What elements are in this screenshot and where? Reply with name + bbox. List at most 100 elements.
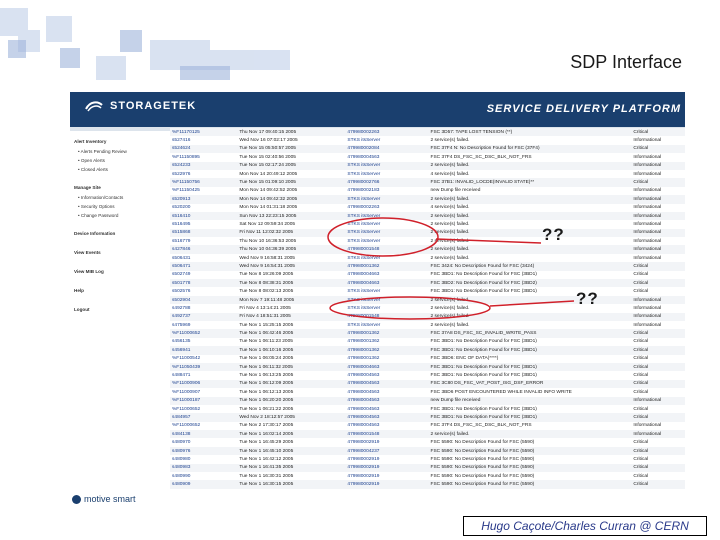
event-id-link[interactable]: s484957 <box>170 413 238 422</box>
event-id-link[interactable]: s480909 <box>170 480 238 489</box>
event-id-link[interactable]: %F11150756 <box>170 178 238 187</box>
event-id-link[interactable]: s480983 <box>170 463 238 473</box>
event-id-link[interactable]: s480976 <box>170 446 238 456</box>
event-id-link[interactable]: s456941 <box>170 346 238 355</box>
sidebar-heading[interactable]: View MIB Log <box>74 267 166 277</box>
event-source-link[interactable]: STKS itsServer <box>345 211 429 221</box>
event-id-link[interactable]: s456135 <box>170 338 237 346</box>
event-id-link[interactable]: %F11050439 <box>170 362 238 372</box>
event-source-link[interactable]: STKS itsServer <box>345 304 428 312</box>
event-source-link[interactable]: STKS itsServer <box>345 228 429 238</box>
event-source-link[interactable]: 479980004663 <box>345 362 429 372</box>
event-source-link[interactable]: 479980001362 <box>345 329 429 338</box>
event-source-link[interactable]: 479980004563 <box>345 413 429 422</box>
event-source-link[interactable]: STKS itsServer <box>345 220 428 228</box>
event-id-link[interactable]: s515868 <box>170 228 238 238</box>
event-source-link[interactable]: 479980001548 <box>345 245 429 254</box>
event-source-link[interactable]: STKS itsServer <box>345 170 428 178</box>
event-id-link[interactable]: s516410 <box>170 211 238 221</box>
storagetek-logo[interactable]: STORAGETEK <box>84 99 196 113</box>
event-id-link[interactable]: s502576 <box>170 287 237 295</box>
event-id-link[interactable]: s520913 <box>170 195 238 204</box>
event-source-link[interactable]: 479980002919 <box>345 472 428 480</box>
sidebar-link[interactable]: • Open Alerts <box>74 156 166 165</box>
event-source-link[interactable]: STKS itsServer <box>345 321 428 329</box>
event-id-link[interactable]: s524233 <box>170 161 238 170</box>
event-id-link[interactable]: %F11000906 <box>170 379 238 389</box>
event-source-link[interactable]: 479980004563 <box>345 371 428 379</box>
event-source-link[interactable]: 479980002263 <box>345 128 429 137</box>
event-source-link[interactable]: 479980004563 <box>345 388 428 396</box>
event-source-link[interactable]: STKS itsServer <box>345 161 429 170</box>
event-source-link[interactable]: 479980004237 <box>345 446 429 456</box>
event-source-link[interactable]: 479980002919 <box>345 438 428 446</box>
event-source-link[interactable]: 479980002919 <box>345 463 429 473</box>
event-id-link[interactable]: s502749 <box>170 271 237 279</box>
event-source-link[interactable]: 479980001362 <box>345 355 428 363</box>
event-id-link[interactable]: s516495 <box>170 220 237 228</box>
event-source-link[interactable]: 479980004563 <box>345 422 428 430</box>
event-source-link[interactable]: 479980002183 <box>345 187 428 195</box>
event-source-link[interactable]: 479980001362 <box>345 338 428 346</box>
event-id-link[interactable]: s492788 <box>170 304 237 312</box>
event-source-link[interactable]: 479980002919 <box>345 455 428 463</box>
sidebar-heading[interactable]: View Events <box>74 248 166 258</box>
event-id-link[interactable]: s506471 <box>170 262 238 271</box>
event-source-link[interactable]: 479980001362 <box>345 262 429 271</box>
event-id-link[interactable]: s501778 <box>170 279 238 288</box>
sidebar-heading[interactable]: Alert Inventory <box>74 137 166 147</box>
event-id-link[interactable]: s527416 <box>170 136 237 144</box>
event-id-link[interactable]: s516779 <box>170 237 237 245</box>
event-id-link[interactable]: %F11000652 <box>170 422 237 430</box>
event-id-link[interactable]: s492737 <box>170 312 238 321</box>
event-source-link[interactable]: 479980004663 <box>345 279 429 288</box>
event-id-link[interactable]: %F11150895 <box>170 153 237 161</box>
sidebar-link[interactable]: • Change Password <box>74 211 166 220</box>
event-source-link[interactable]: STKS itsServer <box>345 295 429 305</box>
event-id-link[interactable]: s480970 <box>170 438 237 446</box>
event-id-link[interactable]: %F11000652 <box>170 405 237 413</box>
event-id-link[interactable]: %F11000187 <box>170 396 238 405</box>
event-source-link[interactable]: 479980002084 <box>345 144 429 154</box>
sidebar-link[interactable]: • Information/Contacts <box>74 193 166 202</box>
sidebar-heading[interactable]: Device Information <box>74 229 166 239</box>
event-id-link[interactable]: %F11000542 <box>170 355 237 363</box>
event-id-link[interactable]: %F11170125 <box>170 128 238 137</box>
event-id-link[interactable]: s480980 <box>170 455 237 463</box>
event-source-link[interactable]: STKS itsServer <box>345 237 428 245</box>
sidebar-heading[interactable]: Logout <box>74 305 166 315</box>
sidebar-link[interactable]: • Security Options <box>74 202 166 211</box>
event-source-link[interactable]: 479980004663 <box>345 271 428 279</box>
event-source-link[interactable]: STKS itsServer <box>345 287 428 295</box>
event-id-link[interactable]: s522976 <box>170 170 237 178</box>
event-id-link[interactable]: s480990 <box>170 472 237 480</box>
event-source-link[interactable]: 479980001548 <box>345 312 429 321</box>
sidebar-link[interactable]: • Alerts Pending Review <box>74 147 166 156</box>
event-id-link[interactable]: s506431 <box>170 254 237 262</box>
event-source-link[interactable]: 479980001362 <box>345 346 429 355</box>
event-source-link[interactable]: STKS itsServer <box>345 254 428 262</box>
event-source-link[interactable]: 479980004563 <box>345 379 429 389</box>
event-source-link[interactable]: STKS itsServer <box>345 136 428 144</box>
event-source-link[interactable]: 479980002263 <box>345 204 428 212</box>
event-id-link[interactable]: s524624 <box>170 144 238 154</box>
event-id-link[interactable]: s475969 <box>170 321 237 329</box>
event-source-link[interactable]: 479980001548 <box>345 430 429 439</box>
event-id-link[interactable]: %F11000652 <box>170 329 238 338</box>
event-source-link[interactable]: 479980004563 <box>345 153 428 161</box>
event-source-link[interactable]: 479980004563 <box>345 405 428 413</box>
event-source-link[interactable]: 479980002766 <box>345 178 429 187</box>
sidebar-heading[interactable]: Help <box>74 286 166 296</box>
sidebar-heading[interactable]: Manage Site <box>74 183 166 193</box>
event-id-link[interactable]: %F11000907 <box>170 388 237 396</box>
sidebar-link[interactable]: • Closed Alerts <box>74 165 166 174</box>
event-id-link[interactable]: s488471 <box>170 371 237 379</box>
event-source-link[interactable]: 479980002919 <box>345 480 429 489</box>
event-id-link[interactable]: s520200 <box>170 204 237 212</box>
event-id-link[interactable]: s427846 <box>170 245 238 254</box>
event-id-link[interactable]: %F11150425 <box>170 187 237 195</box>
event-id-link[interactable]: s484138 <box>170 430 238 439</box>
event-id-link[interactable]: s502904 <box>170 295 238 305</box>
event-source-link[interactable]: 479980004563 <box>345 396 429 405</box>
event-source-link[interactable]: STKS itsServer <box>345 195 429 204</box>
